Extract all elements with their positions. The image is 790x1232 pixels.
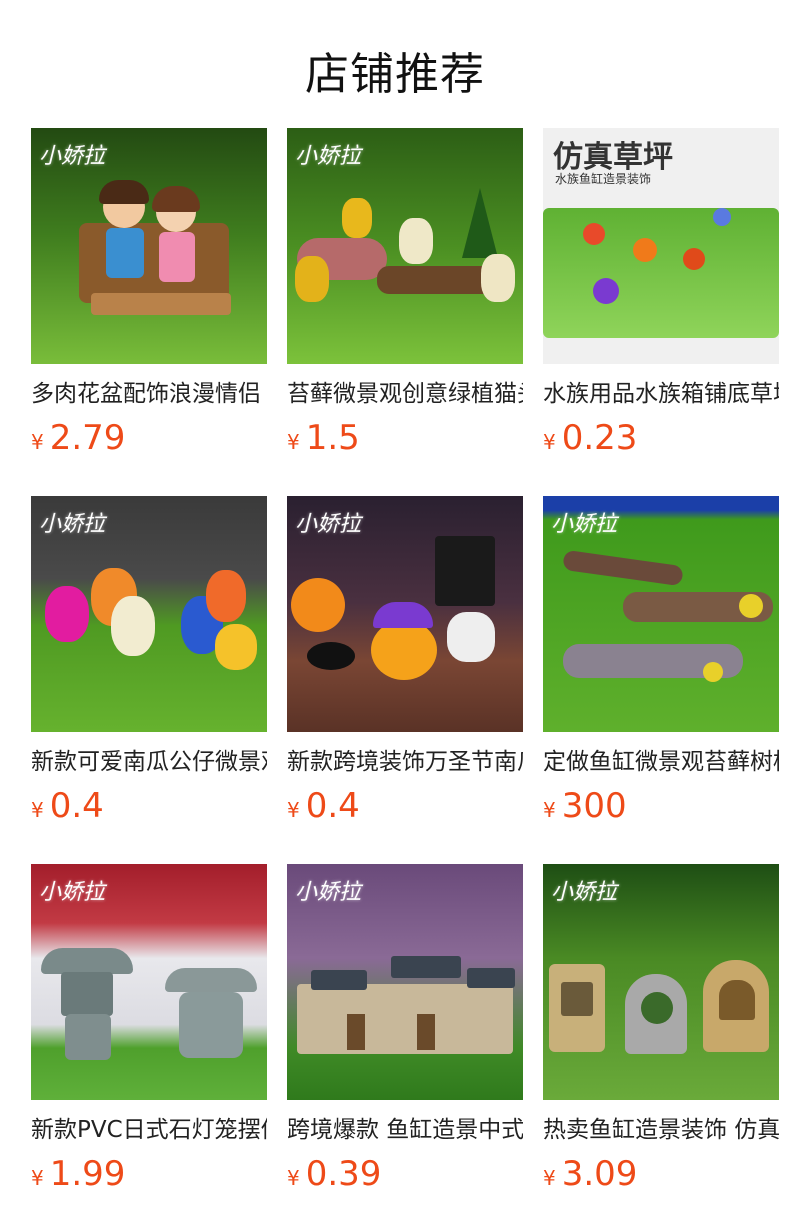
price-value: 300 bbox=[561, 786, 627, 826]
currency-symbol: ¥ bbox=[287, 430, 300, 454]
currency-symbol: ¥ bbox=[31, 1166, 44, 1190]
product-name[interactable]: 水族用品水族箱铺底草坪 bbox=[543, 380, 779, 408]
product-image[interactable]: 小娇拉 bbox=[543, 864, 779, 1100]
price-value: 1.99 bbox=[49, 1154, 126, 1194]
product-price: ¥0.39 bbox=[287, 1154, 523, 1200]
product-price: ¥2.79 bbox=[31, 418, 267, 464]
product-price: ¥3.09 bbox=[543, 1154, 779, 1200]
currency-symbol: ¥ bbox=[31, 430, 44, 454]
product-card[interactable]: 小娇拉 新款可爱南瓜公仔微景观 ¥0.4 bbox=[31, 496, 267, 832]
image-overlay-subtitle: 水族鱼缸造景装饰 bbox=[555, 172, 652, 186]
currency-symbol: ¥ bbox=[543, 430, 556, 454]
brand-watermark: 小娇拉 bbox=[551, 880, 618, 905]
brand-watermark: 小娇拉 bbox=[39, 512, 106, 537]
price-value: 0.23 bbox=[561, 418, 638, 458]
product-image[interactable]: 小娇拉 bbox=[31, 864, 267, 1100]
product-name[interactable]: 定做鱼缸微景观苔藓树枝 bbox=[543, 748, 779, 776]
brand-watermark: 小娇拉 bbox=[295, 880, 362, 905]
product-name[interactable]: 新款PVC日式石灯笼摆件 bbox=[31, 1116, 267, 1144]
product-image[interactable]: 小娇拉 bbox=[287, 128, 523, 364]
product-name[interactable]: 新款跨境装饰万圣节南瓜 bbox=[287, 748, 523, 776]
brand-watermark: 小娇拉 bbox=[295, 512, 362, 537]
product-image[interactable]: 小娇拉 bbox=[31, 496, 267, 732]
brand-watermark: 小娇拉 bbox=[39, 880, 106, 905]
product-card[interactable]: 小娇拉 多肉花盆配饰浪漫情侣 ¥2.79 bbox=[31, 128, 267, 464]
brand-watermark: 小娇拉 bbox=[39, 144, 106, 169]
product-card[interactable]: 小娇拉 新款跨境装饰万圣节南瓜 ¥0.4 bbox=[287, 496, 523, 832]
product-price: ¥300 bbox=[543, 786, 779, 832]
product-price: ¥0.23 bbox=[543, 418, 779, 464]
product-card[interactable]: 小娇拉 新款PVC日式石灯笼摆件 ¥1.99 bbox=[31, 864, 267, 1200]
product-card[interactable]: 小娇拉 热卖鱼缸造景装饰 仿真 ¥3.09 bbox=[543, 864, 779, 1200]
currency-symbol: ¥ bbox=[287, 1166, 300, 1190]
brand-watermark: 小娇拉 bbox=[551, 512, 618, 537]
product-price: ¥1.99 bbox=[31, 1154, 267, 1200]
product-name[interactable]: 热卖鱼缸造景装饰 仿真 bbox=[543, 1116, 779, 1144]
currency-symbol: ¥ bbox=[543, 1166, 556, 1190]
page-title: 店铺推荐 bbox=[305, 49, 485, 100]
price-value: 1.5 bbox=[305, 418, 360, 458]
product-card[interactable]: 小娇拉 苔藓微景观创意绿植猫头鹰 ¥1.5 bbox=[287, 128, 523, 464]
price-value: 2.79 bbox=[49, 418, 126, 458]
product-image[interactable]: 小娇拉 bbox=[287, 496, 523, 732]
price-value: 0.39 bbox=[305, 1154, 382, 1194]
product-image[interactable]: 小娇拉 bbox=[287, 864, 523, 1100]
product-price: ¥0.4 bbox=[287, 786, 523, 832]
product-card[interactable]: 小娇拉 跨境爆款 鱼缸造景中式 ¥0.39 bbox=[287, 864, 523, 1200]
product-price: ¥1.5 bbox=[287, 418, 523, 464]
product-name[interactable]: 新款可爱南瓜公仔微景观 bbox=[31, 748, 267, 776]
price-value: 3.09 bbox=[561, 1154, 638, 1194]
product-name[interactable]: 多肉花盆配饰浪漫情侣 bbox=[31, 380, 267, 408]
product-name[interactable]: 跨境爆款 鱼缸造景中式 bbox=[287, 1116, 523, 1144]
currency-symbol: ¥ bbox=[31, 798, 44, 822]
product-card[interactable]: 小娇拉 定做鱼缸微景观苔藓树枝 ¥300 bbox=[543, 496, 779, 832]
brand-watermark: 小娇拉 bbox=[295, 144, 362, 169]
currency-symbol: ¥ bbox=[287, 798, 300, 822]
product-image[interactable]: 小娇拉 bbox=[31, 128, 267, 364]
product-image[interactable]: 仿真草坪 水族鱼缸造景装饰 bbox=[543, 128, 779, 364]
product-name[interactable]: 苔藓微景观创意绿植猫头鹰 bbox=[287, 380, 523, 408]
product-card[interactable]: 仿真草坪 水族鱼缸造景装饰 水族用品水族箱铺底草坪 ¥0.23 bbox=[543, 128, 779, 464]
currency-symbol: ¥ bbox=[543, 798, 556, 822]
product-price: ¥0.4 bbox=[31, 786, 267, 832]
product-image[interactable]: 小娇拉 bbox=[543, 496, 779, 732]
price-value: 0.4 bbox=[305, 786, 360, 826]
price-value: 0.4 bbox=[49, 786, 104, 826]
